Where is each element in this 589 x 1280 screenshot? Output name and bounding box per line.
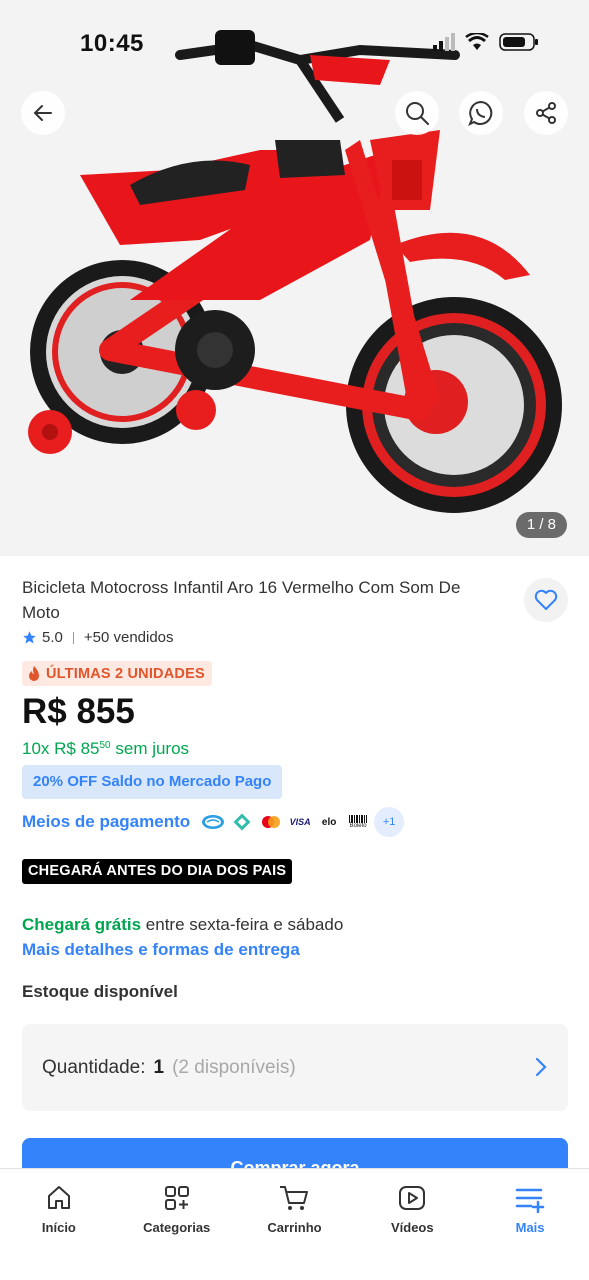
signal-icon xyxy=(433,33,455,51)
shipping-info: Chegará grátis entre sexta-feira e sábad… xyxy=(22,915,343,935)
stock-warning-text: ÚLTIMAS 2 UNIDADES xyxy=(46,665,205,682)
boleto-label: Boleto xyxy=(349,823,367,829)
wifi-icon xyxy=(465,33,489,50)
video-icon xyxy=(399,1186,426,1210)
shipping-details-link[interactable]: Mais detalhes e formas de entrega xyxy=(22,940,300,960)
back-button[interactable] xyxy=(21,91,65,135)
quantity-selector[interactable]: Quantidade: 1 (2 disponíveis) xyxy=(22,1024,568,1111)
star-icon xyxy=(23,631,36,644)
heart-icon xyxy=(534,589,558,610)
boleto-icon: Boleto xyxy=(344,808,373,836)
installments-cents: 50 xyxy=(99,740,111,751)
more-payment-methods[interactable]: +1 xyxy=(374,807,405,837)
sold-count: +50 vendidos xyxy=(83,629,174,646)
rating-row[interactable]: 5.0 +50 vendidos xyxy=(22,629,174,646)
installments-suffix: sem juros xyxy=(115,739,190,758)
fire-icon xyxy=(29,665,39,681)
product-title: Bicicleta Motocross Infantil Aro 16 Verm… xyxy=(22,578,461,622)
image-counter: 1 / 8 xyxy=(515,512,567,538)
rating-separator xyxy=(72,631,74,644)
arrow-left-icon xyxy=(33,105,52,121)
free-shipping-text: Chegará grátis xyxy=(22,915,142,934)
status-time: 10:45 xyxy=(80,30,144,57)
elo-icon: elo xyxy=(315,808,344,836)
installments-amount: 10x R$ 85 xyxy=(22,739,100,758)
installments: 10x R$ 8550 sem juros xyxy=(22,739,189,759)
status-icons xyxy=(433,32,539,52)
whatsapp-icon xyxy=(468,100,493,126)
nav-label: Início xyxy=(41,1220,76,1235)
nav-label: Mais xyxy=(515,1220,545,1235)
chevron-right-icon xyxy=(535,1057,547,1077)
shipping-window: entre sexta-feira e sábado xyxy=(145,915,344,934)
visa-icon: VISA xyxy=(286,808,315,836)
discount-badge: 20% OFF Saldo no Mercado Pago xyxy=(22,765,283,799)
payment-methods-row[interactable]: Meios de pagamento VISA elo Boleto +1 xyxy=(22,806,405,838)
nav-item-inicio[interactable]: Início xyxy=(0,1169,118,1280)
payment-methods-link[interactable]: Meios de pagamento xyxy=(22,812,190,832)
battery-icon xyxy=(499,33,538,51)
promo-badge: CHEGARÁ ANTES DO DIA DOS PAIS xyxy=(22,859,293,884)
price: R$ 855 xyxy=(22,692,135,731)
nav-item-mais[interactable]: Mais xyxy=(471,1169,589,1280)
search-button[interactable] xyxy=(395,91,439,135)
nav-label: Vídeos xyxy=(390,1220,434,1235)
favorite-button[interactable] xyxy=(524,578,568,622)
nav-label: Categorias xyxy=(143,1220,211,1235)
product-image-carousel[interactable]: 10:45 1 / 8 xyxy=(0,0,589,556)
stock-label: Estoque disponível xyxy=(22,982,178,1001)
categories-icon xyxy=(164,1186,189,1210)
nav-item-videos[interactable]: Vídeos xyxy=(353,1169,471,1280)
product-image-bike xyxy=(28,30,562,513)
nav-item-categorias[interactable]: Categorias xyxy=(118,1169,236,1280)
pix-icon xyxy=(228,808,257,836)
quantity-label: Quantidade: xyxy=(42,1056,146,1078)
rating-score: 5.0 xyxy=(42,629,63,646)
whatsapp-share-button[interactable] xyxy=(459,91,503,135)
nav-item-carrinho[interactable]: Carrinho xyxy=(236,1169,354,1280)
share-icon xyxy=(536,102,556,124)
quantity-value: 1 xyxy=(153,1056,165,1078)
bottom-nav: Início Categorias Carrinho Vídeos Mais xyxy=(0,1168,589,1280)
mercado-pago-icon xyxy=(199,808,228,836)
quantity-available: (2 disponíveis) xyxy=(172,1056,296,1078)
cart-icon xyxy=(280,1186,309,1210)
nav-label: Carrinho xyxy=(267,1220,322,1235)
search-icon xyxy=(406,102,429,125)
menu-icon xyxy=(515,1188,545,1213)
mastercard-icon xyxy=(257,808,286,836)
stock-warning-badge: ÚLTIMAS 2 UNIDADES xyxy=(22,661,212,686)
home-icon xyxy=(47,1186,70,1209)
share-button[interactable] xyxy=(524,91,568,135)
